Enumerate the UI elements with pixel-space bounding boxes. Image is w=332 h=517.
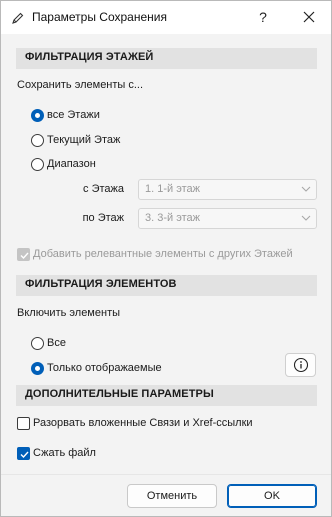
close-icon	[303, 11, 315, 23]
radio-visible-only-label: Только отображаемые	[47, 362, 162, 374]
footer-divider	[1, 474, 331, 475]
radio-all-floors[interactable]: все Этажи	[31, 107, 100, 123]
radio-all-elements[interactable]: Все	[31, 335, 66, 351]
radio-range-label: Диапазон	[47, 158, 96, 170]
chevron-down-icon	[301, 186, 311, 192]
radio-all-floors-control[interactable]	[31, 108, 44, 122]
cancel-button[interactable]: Отменить	[127, 484, 217, 508]
save-options-dialog: Параметры Сохранения ? ФИЛЬТРАЦИЯ ЭТАЖЕЙ…	[0, 0, 332, 517]
chevron-down-icon	[301, 215, 311, 221]
relevant-elements-checkbox[interactable]: Добавить релевантные элементы с других Э…	[17, 246, 293, 262]
radio-range-control[interactable]	[31, 157, 44, 171]
from-floor-select[interactable]: 1. 1-й этаж	[138, 179, 317, 200]
radio-visible-only[interactable]: Только отображаемые	[31, 360, 162, 376]
radio-range[interactable]: Диапазон	[31, 156, 96, 172]
compress-file-label: Сжать файл	[33, 447, 96, 459]
radio-current-floor-label: Текущий Этаж	[47, 134, 121, 146]
dialog-content: ФИЛЬТРАЦИЯ ЭТАЖЕЙ Сохранить элементы с..…	[1, 34, 331, 516]
pencil-icon	[12, 12, 24, 24]
help-icon: ?	[259, 9, 267, 25]
compress-file-checkbox[interactable]: Сжать файл	[17, 445, 96, 461]
to-floor-value: 3. 3-й этаж	[145, 212, 200, 224]
compress-file-checkbox-control[interactable]	[17, 446, 30, 460]
info-button[interactable]	[285, 353, 316, 377]
radio-all-floors-label: все Этажи	[47, 109, 100, 121]
to-floor-label: по Этаж	[82, 212, 124, 224]
from-floor-label: с Этажа	[83, 183, 124, 195]
element-filter-prompt: Включить элементы	[17, 307, 121, 319]
extra-params-header: ДОПОЛНИТЕЛЬНЫЕ ПАРАМЕТРЫ	[16, 385, 317, 406]
break-links-checkbox[interactable]: Разорвать вложенные Связи и Xref-ссылки	[17, 415, 253, 431]
floor-filter-prompt: Сохранить элементы с...	[17, 79, 144, 91]
radio-all-elements-label: Все	[47, 337, 66, 349]
from-floor-value: 1. 1-й этаж	[145, 183, 200, 195]
relevant-elements-checkbox-control[interactable]	[17, 247, 30, 261]
relevant-elements-label: Добавить релевантные элементы с других Э…	[33, 248, 293, 260]
ok-button[interactable]: OK	[227, 484, 317, 508]
checkmark-icon	[20, 451, 29, 458]
help-button[interactable]: ?	[245, 5, 281, 29]
info-icon	[293, 357, 308, 373]
close-button[interactable]	[291, 5, 327, 29]
radio-current-floor-control[interactable]	[31, 133, 44, 147]
checkmark-icon	[20, 252, 29, 259]
break-links-label: Разорвать вложенные Связи и Xref-ссылки	[33, 417, 253, 429]
to-floor-select[interactable]: 3. 3-й этаж	[138, 208, 317, 229]
window-title: Параметры Сохранения	[32, 10, 167, 24]
title-bar: Параметры Сохранения ?	[1, 1, 331, 34]
floor-filter-header: ФИЛЬТРАЦИЯ ЭТАЖЕЙ	[16, 48, 317, 69]
break-links-checkbox-control[interactable]	[17, 416, 30, 430]
radio-visible-only-control[interactable]	[31, 361, 44, 375]
element-filter-header: ФИЛЬТРАЦИЯ ЭЛЕМЕНТОВ	[16, 275, 317, 296]
radio-current-floor[interactable]: Текущий Этаж	[31, 132, 120, 148]
radio-all-elements-control[interactable]	[31, 336, 44, 350]
